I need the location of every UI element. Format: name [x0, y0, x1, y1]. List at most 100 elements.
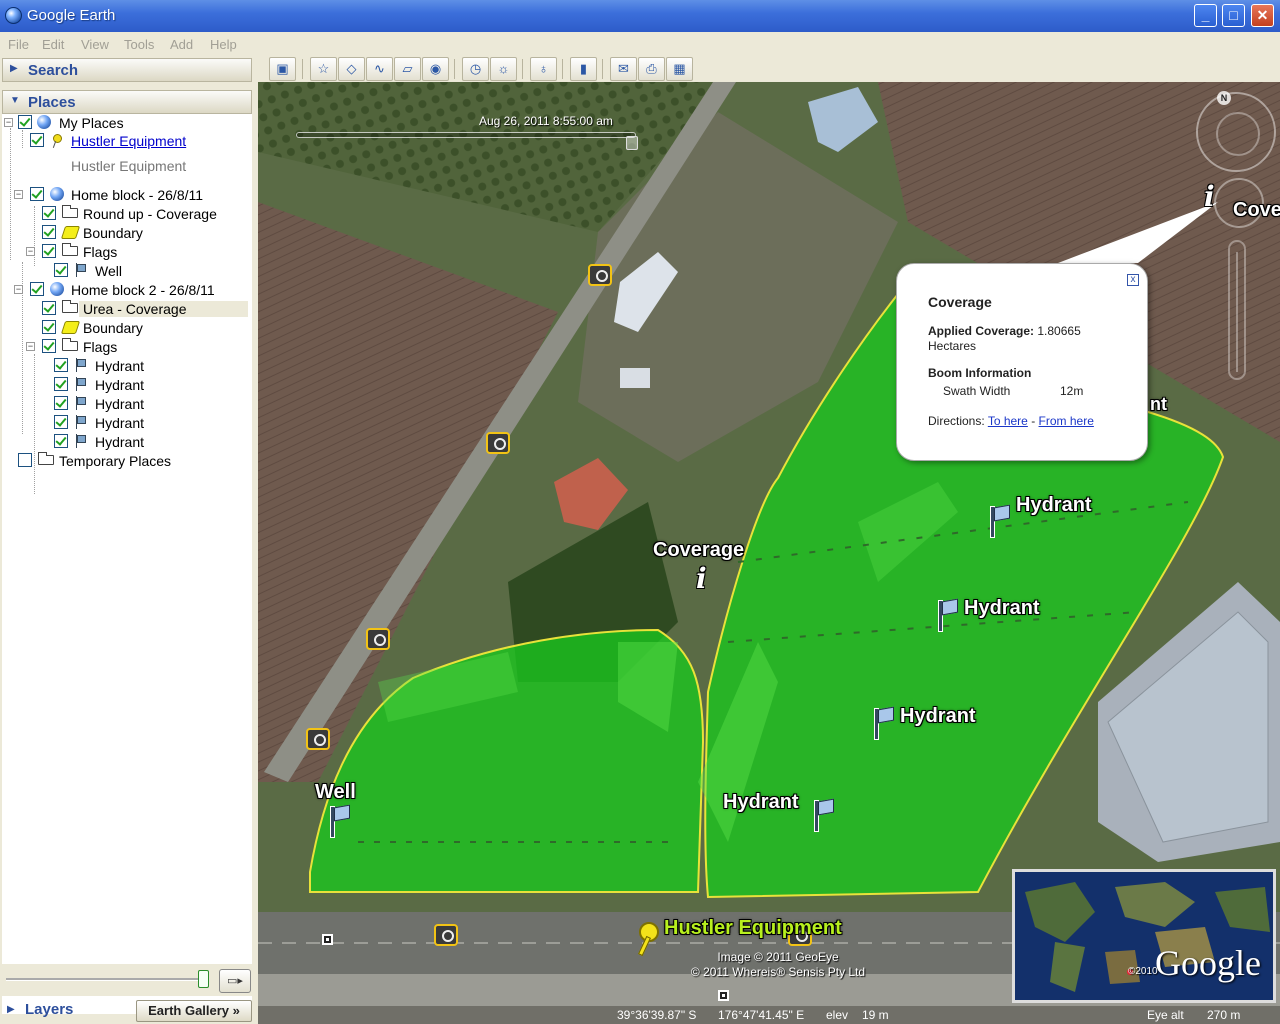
map-label-coverage-clipped[interactable]: Cove — [1233, 199, 1280, 222]
collapse-toggle-icon[interactable]: − — [14, 190, 23, 199]
collapse-toggle-icon[interactable]: − — [4, 118, 13, 127]
hydrant-flag-icon[interactable] — [870, 702, 894, 740]
record-tour-button[interactable]: ◉ — [422, 57, 449, 81]
map-label-hydrant[interactable]: Hydrant — [900, 705, 976, 728]
tree-item-hydrant[interactable]: Hydrant — [2, 433, 252, 452]
checkbox[interactable] — [18, 453, 32, 467]
checkbox[interactable] — [30, 282, 44, 296]
tree-item-boundary[interactable]: Boundary — [2, 319, 252, 338]
map-label-hustler-equipment[interactable]: Hustler Equipment — [664, 917, 842, 940]
tree-item-temporary-places[interactable]: Temporary Places — [2, 452, 252, 471]
checkbox[interactable] — [42, 301, 56, 315]
tree-item-flags[interactable]: − Flags — [2, 338, 252, 357]
tree-item-hydrant[interactable]: Hydrant — [2, 414, 252, 433]
close-button[interactable]: ✕ — [1251, 4, 1274, 27]
opacity-slider-thumb[interactable] — [198, 970, 209, 988]
photo-camera-icon[interactable] — [306, 728, 330, 750]
menu-add[interactable]: Add — [170, 37, 193, 52]
add-image-overlay-button[interactable]: ▱ — [394, 57, 421, 81]
title-bar[interactable]: Google Earth _ □ ✕ — [0, 0, 1280, 32]
expand-arrow-icon: ▶ — [7, 1004, 15, 1015]
sunlight-button[interactable]: ☼ — [490, 57, 517, 81]
earth-gallery-button[interactable]: Earth Gallery » — [136, 1000, 252, 1022]
sidebar-toggle-button[interactable]: ▣ — [269, 57, 296, 81]
road-marker-icon[interactable] — [718, 990, 729, 1001]
play-tour-button[interactable]: ▭▸ — [219, 969, 251, 993]
collapse-toggle-icon[interactable]: − — [26, 342, 35, 351]
info-icon[interactable]: i — [1204, 180, 1215, 213]
menu-view[interactable]: View — [81, 37, 109, 52]
tree-item-link[interactable]: Hustler Equipment — [71, 133, 186, 149]
map-label-hydrant[interactable]: Hydrant — [1016, 494, 1092, 517]
menu-help[interactable]: Help — [210, 37, 237, 52]
checkbox[interactable] — [42, 320, 56, 334]
hydrant-flag-icon[interactable] — [810, 794, 834, 832]
search-panel-header[interactable]: ▶ Search — [2, 58, 252, 82]
road-marker-icon[interactable] — [322, 934, 333, 945]
menu-edit[interactable]: Edit — [42, 37, 64, 52]
places-tree[interactable]: − My Places Hustler Equipment Hustler Eq… — [2, 114, 252, 1014]
add-polygon-button[interactable]: ◇ — [338, 57, 365, 81]
tree-item-home-block-2[interactable]: − Home block 2 - 26/8/11 — [2, 281, 252, 300]
minimize-button[interactable]: _ — [1194, 4, 1217, 27]
info-balloon[interactable]: x Coverage Applied Coverage: 1.80665 Hec… — [896, 263, 1148, 461]
ruler-button[interactable]: ▮ — [570, 57, 597, 81]
checkbox[interactable] — [54, 377, 68, 391]
checkbox[interactable] — [54, 434, 68, 448]
checkbox[interactable] — [54, 358, 68, 372]
checkbox[interactable] — [30, 133, 44, 147]
tree-item-home-block[interactable]: − Home block - 26/8/11 — [2, 186, 252, 205]
add-path-button[interactable]: ∿ — [366, 57, 393, 81]
map-viewport[interactable]: Aug 26, 2011 8:55:00 am N i Cove i Cover… — [258, 82, 1280, 1006]
photo-camera-icon[interactable] — [366, 628, 390, 650]
add-placemark-button[interactable]: ☆ — [310, 57, 337, 81]
photo-camera-icon[interactable] — [486, 432, 510, 454]
collapse-toggle-icon[interactable]: − — [26, 247, 35, 256]
map-label-well[interactable]: Well — [315, 781, 356, 804]
view-in-google-maps-button[interactable]: ▦ — [666, 57, 693, 81]
checkbox[interactable] — [18, 115, 32, 129]
map-label-coverage[interactable]: Coverage — [653, 539, 744, 562]
map-label-hydrant[interactable]: Hydrant — [723, 791, 799, 814]
well-flag-icon[interactable] — [326, 800, 350, 838]
checkbox[interactable] — [42, 339, 56, 353]
tree-item-hustler-equipment[interactable]: Hustler Equipment — [2, 132, 252, 151]
directions-from-here-link[interactable]: From here — [1039, 414, 1094, 428]
collapse-toggle-icon[interactable]: − — [14, 285, 23, 294]
tree-item-hydrant[interactable]: Hydrant — [2, 357, 252, 376]
hydrant-flag-icon[interactable] — [934, 594, 958, 632]
checkbox[interactable] — [54, 415, 68, 429]
photo-camera-icon[interactable] — [434, 924, 458, 946]
tree-item-hydrant[interactable]: Hydrant — [2, 395, 252, 414]
tree-item-flags[interactable]: − Flags — [2, 243, 252, 262]
historical-imagery-button[interactable]: ◷ — [462, 57, 489, 81]
tree-item-round-up-coverage[interactable]: Round up - Coverage — [2, 205, 252, 224]
switch-planets-button[interactable]: ♁ — [530, 57, 557, 81]
checkbox[interactable] — [54, 396, 68, 410]
map-label-hydrant[interactable]: Hydrant — [964, 597, 1040, 620]
tree-item-boundary[interactable]: Boundary — [2, 224, 252, 243]
tree-item-hydrant[interactable]: Hydrant — [2, 376, 252, 395]
info-icon[interactable]: i — [696, 562, 707, 595]
tree-item-my-places[interactable]: − My Places — [2, 114, 252, 133]
tree-item-urea-coverage[interactable]: Urea - Coverage — [2, 300, 252, 319]
checkbox[interactable] — [42, 225, 56, 239]
checkbox[interactable] — [42, 244, 56, 258]
checkbox[interactable] — [54, 263, 68, 277]
menu-tools[interactable]: Tools — [124, 37, 154, 52]
maximize-button[interactable]: □ — [1222, 4, 1245, 27]
overview-map[interactable]: ©2010 Google — [1012, 869, 1276, 1003]
tree-item-well[interactable]: Well — [2, 262, 252, 281]
directions-to-here-link[interactable]: To here — [988, 414, 1028, 428]
layers-panel-header[interactable]: ▶ Layers — [0, 998, 135, 1024]
menu-file[interactable]: File — [8, 37, 29, 52]
places-panel-header[interactable]: ▼ Places — [2, 90, 252, 114]
checkbox[interactable] — [42, 206, 56, 220]
print-button[interactable]: ⎙ — [638, 57, 665, 81]
checkbox[interactable] — [30, 187, 44, 201]
email-button[interactable]: ✉ — [610, 57, 637, 81]
hydrant-flag-icon[interactable] — [986, 500, 1010, 538]
photo-camera-icon[interactable] — [588, 264, 612, 286]
opacity-slider-track[interactable] — [6, 978, 202, 981]
balloon-close-button[interactable]: x — [1127, 274, 1139, 286]
